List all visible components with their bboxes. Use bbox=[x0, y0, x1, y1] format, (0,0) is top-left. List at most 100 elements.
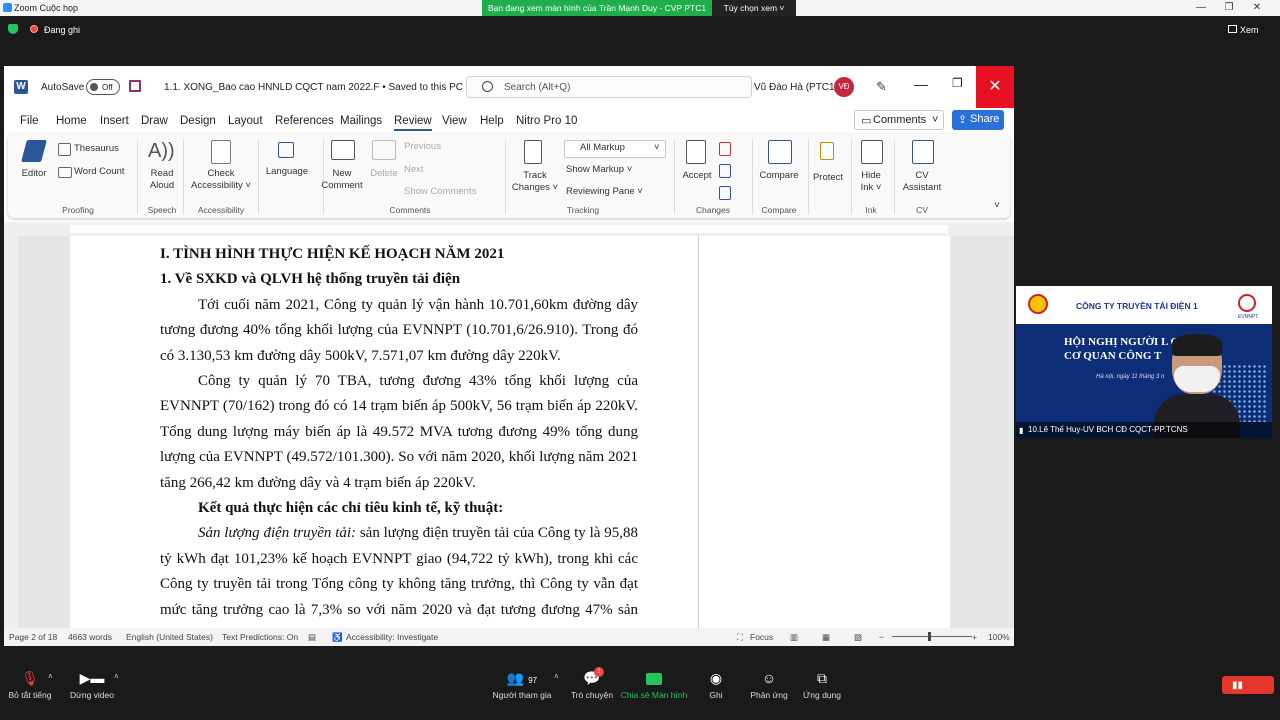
read-aloud-button[interactable]: Read Aloud bbox=[144, 168, 180, 192]
comments-button[interactable]: ▭ Comments ˅ bbox=[854, 110, 944, 130]
editor-button[interactable]: Editor bbox=[16, 168, 52, 180]
new-comment-button[interactable]: New Comment bbox=[320, 168, 364, 192]
chevron-up-icon[interactable]: ˄ bbox=[114, 672, 119, 681]
tab-help[interactable]: Help bbox=[480, 115, 504, 127]
participants-button[interactable]: 👥 97 Người tham gia bbox=[487, 666, 557, 700]
previous-comment-button[interactable]: Previous bbox=[404, 141, 441, 153]
tab-layout[interactable]: Layout bbox=[228, 115, 263, 127]
tab-design[interactable]: Design bbox=[180, 115, 216, 127]
search-input[interactable]: Search (Alt+Q) bbox=[466, 76, 752, 98]
accessibility-status[interactable]: Accessibility: Investigate bbox=[346, 632, 438, 642]
compare-icon bbox=[768, 140, 792, 164]
restore-icon[interactable]: ❐ bbox=[952, 76, 963, 90]
face-mask bbox=[1174, 366, 1220, 392]
thesaurus-button[interactable]: Thesaurus bbox=[74, 143, 119, 155]
print-layout-icon[interactable]: ▦ bbox=[822, 632, 830, 643]
thesaurus-icon bbox=[58, 143, 71, 156]
compare-button[interactable]: Compare bbox=[756, 170, 802, 182]
ribbon: Editor Thesaurus Word Count Proofing A))… bbox=[8, 134, 1010, 218]
vertical-ruler[interactable] bbox=[4, 236, 18, 628]
zoom-level[interactable]: 100% bbox=[988, 632, 1010, 642]
language-button[interactable]: Language bbox=[262, 166, 312, 178]
word-count-button[interactable]: Word Count bbox=[74, 166, 125, 178]
collapse-ribbon-icon[interactable]: ˅ bbox=[994, 200, 1000, 211]
minimize-icon[interactable]: — bbox=[1190, 0, 1212, 16]
divider bbox=[137, 140, 138, 214]
save-icon[interactable] bbox=[129, 80, 141, 92]
zoom-slider[interactable] bbox=[892, 636, 972, 637]
tab-home[interactable]: Home bbox=[56, 115, 87, 127]
next-comment-button[interactable]: Next bbox=[404, 164, 424, 176]
protect-button[interactable]: Protect bbox=[808, 172, 848, 184]
tab-nitro[interactable]: Nitro Pro 10 bbox=[516, 115, 577, 127]
participant-video[interactable]: CÔNG TY TRUYỀN TẢI ĐIỆN 1 EVNNPT HỘI NGH… bbox=[1016, 286, 1272, 438]
participants-icon: 👥 97 bbox=[506, 670, 538, 686]
tab-file[interactable]: File bbox=[20, 115, 39, 127]
cv-assistant-button[interactable]: CV Assistant bbox=[898, 170, 946, 194]
text-predictions-status[interactable]: Text Predictions: On bbox=[222, 632, 298, 642]
recording-label: Đang ghi bbox=[44, 25, 81, 35]
close-icon[interactable]: ✕ bbox=[1246, 0, 1268, 16]
minimize-icon[interactable]: — bbox=[914, 76, 928, 92]
grid-view-icon[interactable] bbox=[1228, 25, 1237, 33]
participants-count: 97 bbox=[528, 676, 538, 685]
unmute-label: Bỏ tắt tiếng bbox=[8, 690, 52, 700]
document-body[interactable]: I. TÌNH HÌNH THỰC HIỆN KẾ HOẠCH NĂM 2021… bbox=[160, 242, 638, 646]
focus-button[interactable]: Focus bbox=[750, 632, 773, 642]
read-mode-icon[interactable]: ▥ bbox=[790, 632, 798, 643]
document-icon[interactable]: ▤ bbox=[308, 632, 316, 643]
hide-ink-button[interactable]: Hide Ink ˅ bbox=[854, 170, 888, 194]
avatar[interactable]: VĐ bbox=[834, 77, 854, 97]
delete-comment-button[interactable]: Delete bbox=[364, 168, 404, 180]
accept-button[interactable]: Accept bbox=[678, 170, 716, 182]
share-screen-button[interactable]: Chia sẻ Màn hình bbox=[619, 666, 689, 700]
user-name[interactable]: Vũ Đào Hà (PTC1) bbox=[754, 82, 838, 93]
tab-draw[interactable]: Draw bbox=[141, 115, 168, 127]
check-accessibility-button[interactable]: Check Accessibility ˅ bbox=[188, 168, 254, 192]
check-acc-label-2: Accessibility ˅ bbox=[191, 180, 251, 191]
language-status[interactable]: English (United States) bbox=[126, 632, 213, 642]
page-count[interactable]: Page 2 of 18 bbox=[9, 632, 57, 642]
tab-insert[interactable]: Insert bbox=[100, 115, 129, 127]
document-title[interactable]: 1.1. XONG_Bao cao HNNLD CQCT nam 2022.F … bbox=[164, 82, 472, 93]
apps-button[interactable]: ⧉ Ứng dụng bbox=[787, 666, 857, 700]
zoom-out-icon[interactable]: − bbox=[879, 632, 884, 642]
previous-change-icon[interactable] bbox=[719, 164, 731, 178]
maximize-icon[interactable]: ❐ bbox=[1218, 0, 1240, 16]
zoom-info-bar: Đang ghi Xem bbox=[0, 16, 1280, 42]
chat-button[interactable]: 💬 Trò chuyện bbox=[557, 666, 627, 700]
ribbon-tabs: File Home Insert Draw Design Layout Refe… bbox=[4, 108, 1014, 132]
tab-mailings[interactable]: Mailings bbox=[340, 115, 382, 127]
next-change-icon[interactable] bbox=[719, 186, 731, 200]
hide-ink-label-2: Ink ˅ bbox=[860, 182, 882, 193]
chevron-up-icon[interactable]: ˄ bbox=[48, 672, 53, 681]
word-count[interactable]: 4663 words bbox=[68, 632, 112, 642]
reject-icon[interactable] bbox=[719, 142, 731, 156]
editor-icon bbox=[21, 140, 47, 162]
unmute-button[interactable]: 🎙 Bỏ tắt tiếng bbox=[0, 666, 65, 700]
share-button[interactable]: ⇪ Share bbox=[952, 110, 1004, 130]
zoom-slider-thumb[interactable] bbox=[928, 632, 931, 641]
document-page[interactable]: I. TÌNH HÌNH THỰC HIỆN KẾ HOẠCH NĂM 2021… bbox=[70, 236, 950, 643]
zoom-logo-icon bbox=[3, 3, 12, 12]
show-markup-button[interactable]: Show Markup ˅ bbox=[566, 164, 632, 176]
view-button[interactable]: Xem bbox=[1240, 25, 1259, 35]
tab-view[interactable]: View bbox=[442, 115, 467, 127]
view-options-button[interactable]: Tùy chọn xem ˅ bbox=[712, 0, 796, 16]
reviewing-pane-button[interactable]: Reviewing Pane ˅ bbox=[566, 186, 643, 198]
shield-icon[interactable] bbox=[8, 24, 18, 34]
pause-share-button[interactable] bbox=[1222, 676, 1274, 694]
show-comments-button[interactable]: Show Comments bbox=[404, 186, 476, 198]
tab-references[interactable]: References bbox=[275, 115, 334, 127]
horizontal-ruler[interactable] bbox=[4, 222, 1014, 236]
read-aloud-label-1: Read bbox=[150, 168, 174, 179]
tab-review[interactable]: Review bbox=[394, 115, 432, 131]
comments-label: Comments bbox=[873, 114, 927, 126]
zoom-in-icon[interactable]: + bbox=[972, 632, 977, 642]
web-layout-icon[interactable]: ▧ bbox=[854, 632, 862, 643]
track-changes-button[interactable]: Track Changes ˅ bbox=[510, 170, 560, 194]
autosave-toggle[interactable]: Off bbox=[86, 79, 120, 95]
pen-icon[interactable]: ✎ bbox=[876, 79, 887, 95]
close-icon[interactable]: ✕ bbox=[976, 66, 1014, 108]
apps-icon: ⧉ bbox=[817, 670, 827, 686]
